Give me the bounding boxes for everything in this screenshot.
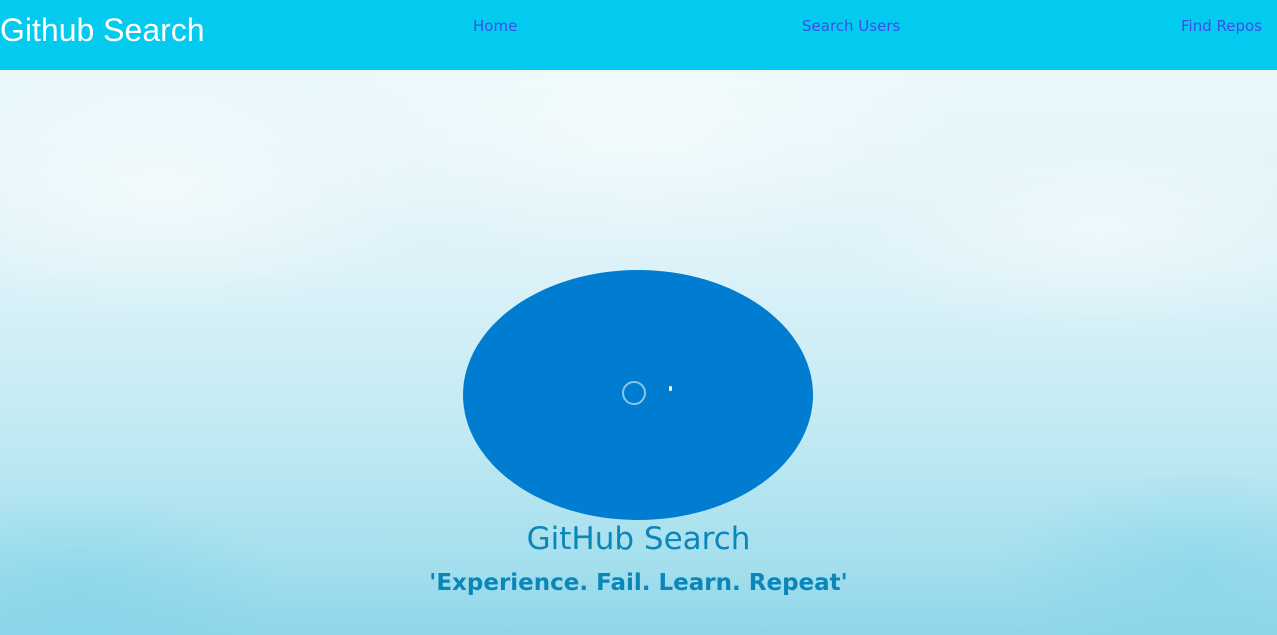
navbar: Github Search Home Search Users Find Rep… [0,0,1277,70]
hero-tagline: 'Experience. Fail. Learn. Repeat' [429,570,848,596]
nav-link-find-repos[interactable]: Find Repos [1181,16,1262,36]
nav-link-home[interactable]: Home [473,16,517,36]
nav-link-search-users[interactable]: Search Users [802,16,900,36]
loading-spinner-icon [622,381,646,405]
cursor-icon [669,386,672,391]
hero-title: GitHub Search [526,521,751,557]
brand-title[interactable]: Github Search [0,10,205,50]
